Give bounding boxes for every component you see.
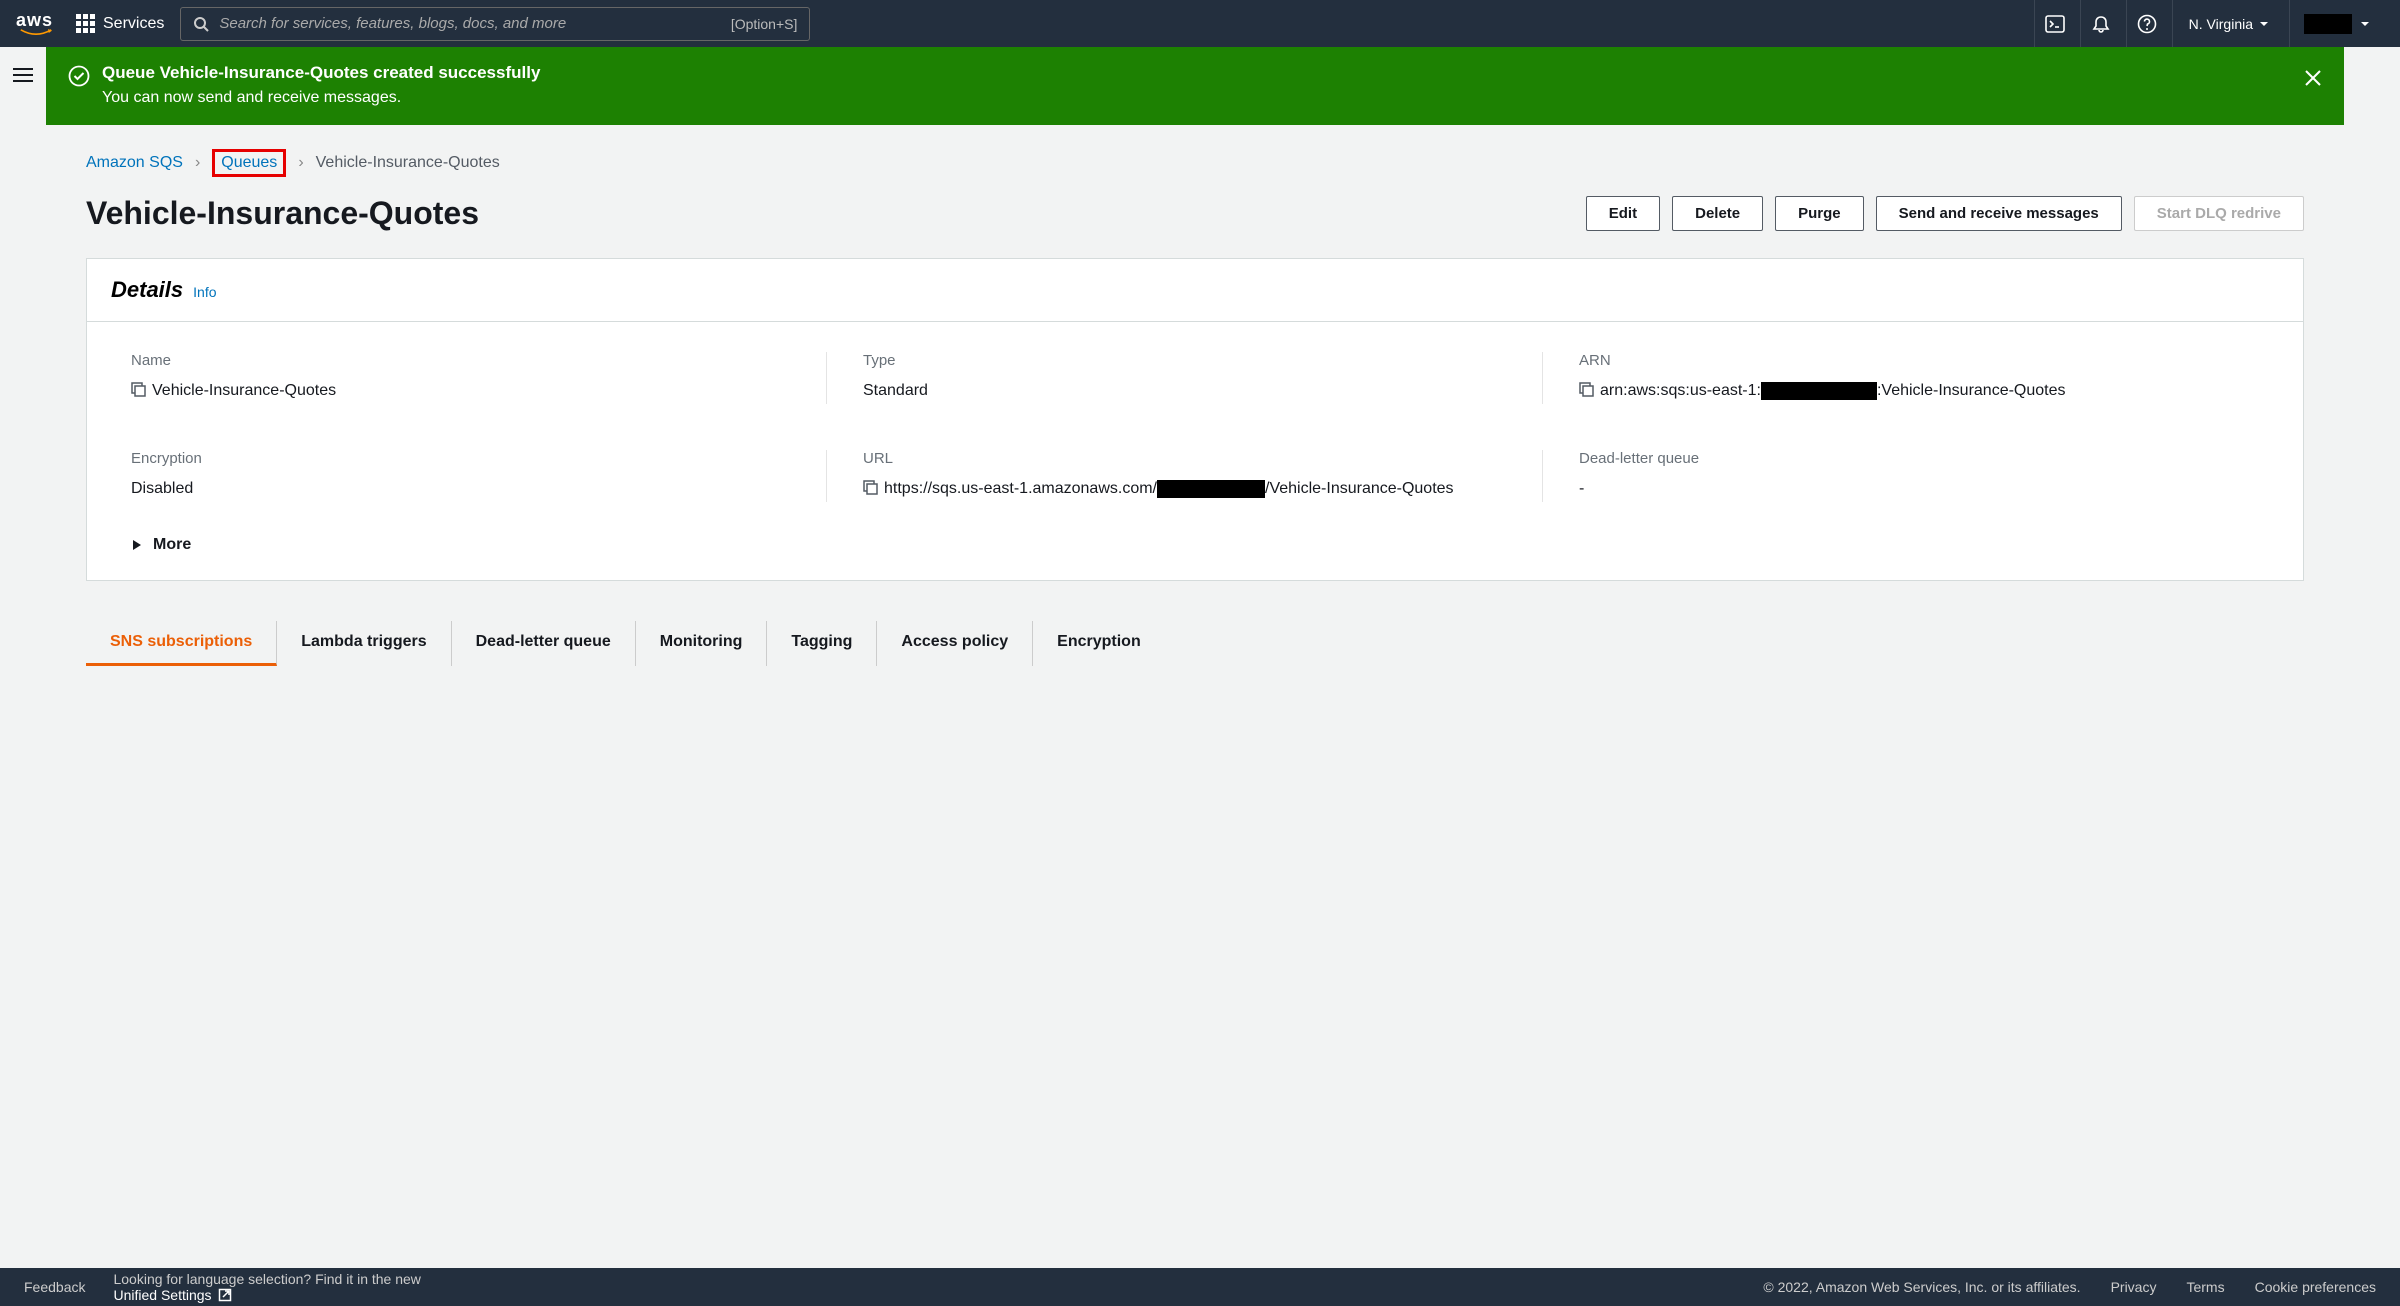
tab-access-policy[interactable]: Access policy <box>877 621 1033 666</box>
triangle-right-icon <box>131 539 143 551</box>
search-box[interactable]: [Option+S] <box>180 7 810 41</box>
encryption-label: Encryption <box>131 450 802 467</box>
aws-logo[interactable]: aws <box>16 10 56 37</box>
url-value: https://sqs.us-east-1.amazonaws.com//Veh… <box>884 477 1454 502</box>
tab-monitoring[interactable]: Monitoring <box>636 621 768 666</box>
details-info-link[interactable]: Info <box>193 284 216 300</box>
url-label: URL <box>863 450 1518 467</box>
tab-tagging[interactable]: Tagging <box>767 621 877 666</box>
url-account-redacted <box>1157 480 1265 498</box>
region-label: N. Virginia <box>2189 16 2253 32</box>
chevron-down-icon <box>2360 19 2370 29</box>
tab-encryption[interactable]: Encryption <box>1033 621 1165 666</box>
copy-icon <box>131 382 146 397</box>
page-title: Vehicle-Insurance-Quotes <box>86 195 479 232</box>
privacy-link[interactable]: Privacy <box>2111 1279 2157 1295</box>
tab-sns-subscriptions[interactable]: SNS subscriptions <box>86 621 277 666</box>
banner-subtitle: You can now send and receive messages. <box>102 89 540 107</box>
services-label: Services <box>103 15 164 33</box>
hamburger-icon <box>13 67 33 83</box>
feedback-link[interactable]: Feedback <box>24 1279 85 1295</box>
search-shortcut: [Option+S] <box>731 16 798 32</box>
success-icon <box>68 65 90 87</box>
name-label: Name <box>131 352 802 369</box>
cookie-preferences-link[interactable]: Cookie preferences <box>2255 1279 2376 1295</box>
cloudshell-icon <box>2045 14 2065 34</box>
banner-close-button[interactable] <box>2304 69 2322 87</box>
type-label: Type <box>863 352 1518 369</box>
details-heading: Details <box>111 277 183 303</box>
terms-link[interactable]: Terms <box>2186 1279 2224 1295</box>
close-icon <box>2304 69 2322 87</box>
breadcrumb-queues[interactable]: Queues <box>221 154 277 171</box>
start-dlq-redrive-button: Start DLQ redrive <box>2134 196 2304 231</box>
chevron-down-icon <box>2259 19 2269 29</box>
bell-icon <box>2091 14 2111 34</box>
send-receive-button[interactable]: Send and receive messages <box>1876 196 2122 231</box>
region-selector[interactable]: N. Virginia <box>2172 0 2285 47</box>
dlq-label: Dead-letter queue <box>1579 450 2259 467</box>
details-card: Details Info Name Vehicle-Insurance-Quot… <box>86 258 2304 581</box>
encryption-value: Disabled <box>131 477 193 502</box>
chevron-right-icon: › <box>195 154 200 172</box>
copy-name-button[interactable] <box>131 382 146 397</box>
help-button[interactable] <box>2126 0 2168 47</box>
copy-arn-button[interactable] <box>1579 382 1594 397</box>
help-icon <box>2137 14 2157 34</box>
copy-icon <box>1579 382 1594 397</box>
user-menu[interactable] <box>2289 0 2384 47</box>
footer: Feedback Looking for language selection?… <box>0 1268 2400 1306</box>
name-value: Vehicle-Insurance-Quotes <box>152 379 336 404</box>
delete-button[interactable]: Delete <box>1672 196 1763 231</box>
arn-value: arn:aws:sqs:us-east-1::Vehicle-Insurance… <box>1600 379 2066 404</box>
user-name-redacted <box>2304 14 2352 34</box>
cloudshell-button[interactable] <box>2034 0 2076 47</box>
search-input[interactable] <box>219 15 720 32</box>
language-hint: Looking for language selection? Find it … <box>113 1271 420 1303</box>
breadcrumb: Amazon SQS › Queues › Vehicle-Insurance-… <box>46 125 2344 185</box>
tab-lambda-triggers[interactable]: Lambda triggers <box>277 621 451 666</box>
side-nav-toggle[interactable] <box>13 67 33 666</box>
purge-button[interactable]: Purge <box>1775 196 1864 231</box>
banner-title: Queue Vehicle-Insurance-Quotes created s… <box>102 63 540 83</box>
dlq-value: - <box>1579 477 1584 502</box>
edit-button[interactable]: Edit <box>1586 196 1660 231</box>
search-icon <box>193 16 209 32</box>
chevron-right-icon: › <box>298 154 303 172</box>
arn-label: ARN <box>1579 352 2259 369</box>
type-value: Standard <box>863 379 928 404</box>
copy-icon <box>863 480 878 495</box>
grid-icon <box>76 14 95 33</box>
arn-account-redacted <box>1761 382 1877 400</box>
tabs: SNS subscriptions Lambda triggers Dead-l… <box>86 621 2304 666</box>
external-link-icon <box>218 1288 232 1302</box>
more-toggle[interactable]: More <box>131 536 2259 554</box>
top-nav: aws Services [Option+S] N. Virginia <box>0 0 2400 47</box>
services-button[interactable]: Services <box>76 14 164 33</box>
breadcrumb-current: Vehicle-Insurance-Quotes <box>316 154 500 172</box>
copy-url-button[interactable] <box>863 480 878 495</box>
breadcrumb-service[interactable]: Amazon SQS <box>86 154 183 172</box>
copyright: © 2022, Amazon Web Services, Inc. or its… <box>1763 1279 2080 1295</box>
success-banner: Queue Vehicle-Insurance-Quotes created s… <box>46 47 2344 125</box>
more-label: More <box>153 536 191 554</box>
tab-dead-letter-queue[interactable]: Dead-letter queue <box>452 621 636 666</box>
notifications-button[interactable] <box>2080 0 2122 47</box>
